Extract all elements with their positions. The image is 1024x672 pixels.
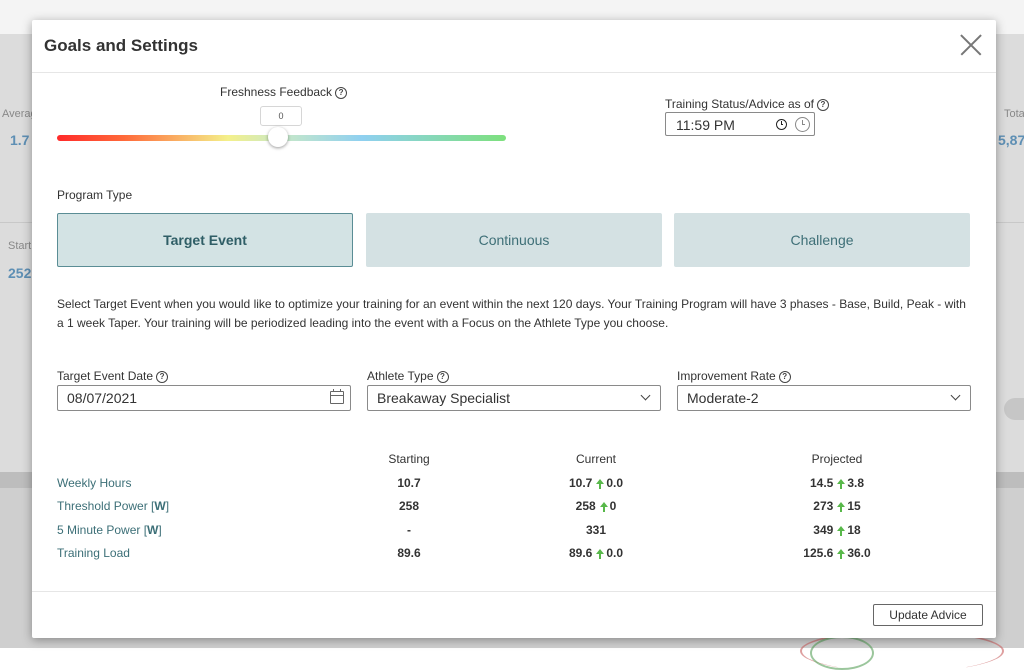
athlete-type-label: Athlete Type? [367,369,449,383]
current-number: 89.6 [568,546,593,560]
projected-value: 349 18 [777,523,897,537]
row-label-threshold-power: Threshold Power [W] [57,499,170,513]
program-type-label: Program Type [57,188,133,202]
current-delta: 0 [609,499,617,513]
time-input[interactable]: 11:59 PM [665,112,815,136]
row-label-training-load: Training Load [57,546,130,560]
chevron-down-icon [950,390,961,401]
current-value: 258 0 [536,499,656,513]
projected-delta: 15 [847,499,861,513]
starting-value: 89.6 [397,546,421,560]
modal-header: Goals and Settings [32,20,996,73]
training-status-label: Training Status/Advice as of? [665,97,829,111]
arrow-up-icon [596,479,605,489]
freshness-slider-handle[interactable] [268,127,288,147]
event-date-input[interactable]: 08/07/2021 [57,385,351,411]
projected-value: 14.5 3.8 [777,476,897,490]
arrow-up-icon [837,549,846,559]
arrow-up-icon [599,502,608,512]
program-challenge-button[interactable]: Challenge [674,213,970,267]
current-delta: 0.0 [606,476,624,490]
athlete-type-select[interactable]: Breakaway Specialist [367,385,661,411]
background-toggle [1004,398,1024,420]
header-current: Current [575,452,616,466]
improvement-rate-label: Improvement Rate? [677,369,791,383]
help-icon[interactable]: ? [816,99,829,111]
background-value: 5,87 [998,132,1024,148]
clock-icon[interactable] [776,119,787,130]
background-value: 252 [8,265,32,281]
time-value: 11:59 PM [676,117,735,133]
starting-value: 258 [398,499,420,513]
program-target-event-button[interactable]: Target Event [57,213,353,267]
freshness-value: 0 [260,106,302,126]
training-status-label-text: Training Status/Advice as of [665,97,814,111]
improvement-rate-select[interactable]: Moderate-2 [677,385,971,411]
header-projected: Projected [811,452,863,466]
unit-label: W [147,523,159,537]
header-starting: Starting [388,452,430,466]
athlete-type-value: Breakaway Specialist [377,390,511,406]
update-advice-button[interactable]: Update Advice [873,604,983,626]
row-label-text: Threshold Power [57,499,148,513]
projected-delta: 3.8 [847,476,865,490]
projected-number: 273 [813,499,834,513]
close-icon[interactable] [960,34,982,56]
arrow-up-icon [837,526,846,536]
freshness-feedback-label: Freshness Feedback? [220,85,348,99]
current-value: 10.7 0.0 [536,476,656,490]
goals-settings-modal: Goals and Settings Freshness Feedback? 0… [32,20,996,638]
projected-number: 14.5 [809,476,834,490]
current-number: 10.7 [568,476,593,490]
current-value: 331 [585,523,607,537]
modal-footer-divider [32,591,996,592]
arrow-up-icon [837,479,846,489]
help-icon[interactable]: ? [778,371,791,383]
program-description: Select Target Event when you would like … [57,297,966,330]
improvement-rate-label-text: Improvement Rate [677,369,776,383]
event-date-label-text: Target Event Date [57,369,154,383]
projected-value: 125.6 36.0 [777,546,897,560]
improvement-rate-value: Moderate-2 [687,390,759,406]
athlete-type-label-text: Athlete Type [367,369,434,383]
event-date-label: Target Event Date? [57,369,169,383]
calendar-icon[interactable] [330,389,344,404]
background-value: 1.7 [10,132,30,148]
help-icon[interactable]: ? [156,371,169,383]
chevron-down-icon [640,390,651,401]
row-label-weekly-hours: Weekly Hours [57,476,132,490]
starting-value: - [407,523,411,537]
current-value: 89.6 0.0 [536,546,656,560]
projected-number: 125.6 [803,546,834,560]
row-label-5-minute-power: 5 Minute Power [W] [57,523,162,537]
event-date-value: 08/07/2021 [67,390,138,406]
arrow-up-icon [596,549,605,559]
starting-value: 10.7 [397,476,421,490]
projected-number: 349 [813,523,834,537]
arrow-up-icon [837,502,846,512]
help-icon[interactable]: ? [335,87,348,99]
program-continuous-button[interactable]: Continuous [366,213,662,267]
modal-title: Goals and Settings [44,36,198,55]
background-label: Start [8,240,32,252]
help-icon[interactable]: ? [436,371,449,383]
row-label-text: 5 Minute Power [57,523,141,537]
projected-value: 273 15 [777,499,897,513]
projected-delta: 36.0 [847,546,871,560]
projected-delta: 18 [847,523,861,537]
background-label: Tota [1004,108,1024,120]
background-chart-line [810,636,874,670]
unit-label: W [154,499,166,513]
freshness-label-text: Freshness Feedback [220,85,333,99]
current-number: 258 [575,499,596,513]
current-delta: 0.0 [606,546,624,560]
clock-outline-icon[interactable] [795,117,810,132]
